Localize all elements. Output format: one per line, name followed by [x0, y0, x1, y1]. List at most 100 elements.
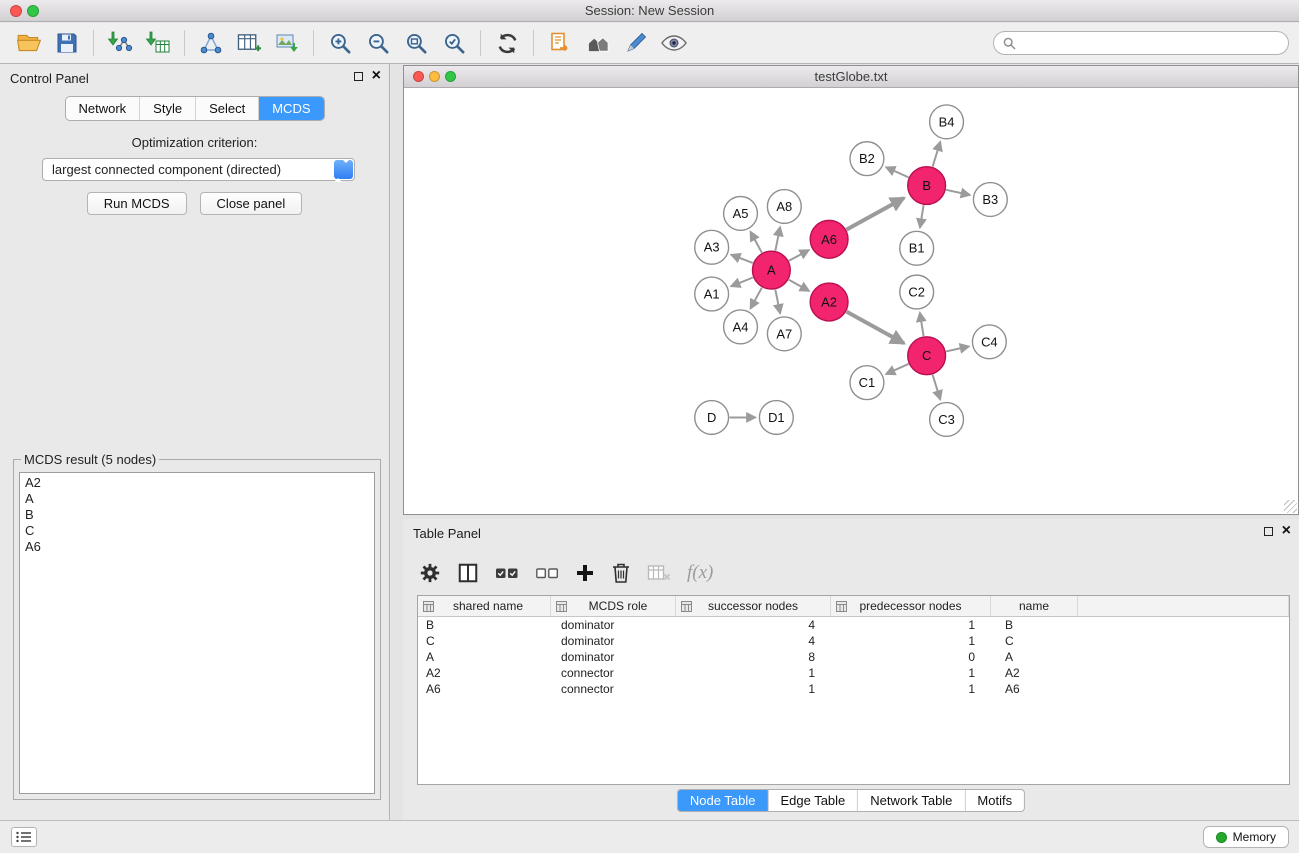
new-network-button[interactable]	[192, 25, 230, 61]
save-session-button[interactable]	[48, 25, 86, 61]
show-hide-button[interactable]	[655, 25, 693, 61]
graph-edge-B-B1[interactable]	[920, 205, 924, 227]
column-header-shared-name[interactable]: shared name	[418, 596, 551, 616]
home-button[interactable]	[579, 25, 617, 61]
network-zoom-icon[interactable]	[445, 71, 456, 82]
delete-column-button[interactable]	[611, 562, 631, 584]
tab-network[interactable]: Network	[65, 97, 139, 120]
search-input[interactable]	[1021, 36, 1279, 51]
graph-edge-C-C1[interactable]	[886, 364, 908, 374]
float-panel-icon[interactable]	[1264, 527, 1273, 536]
graph-edge-C-C3[interactable]	[933, 375, 941, 400]
graph-node-C4[interactable]: C4	[972, 325, 1006, 359]
result-item[interactable]: C	[25, 523, 369, 539]
import-table-button[interactable]	[139, 25, 177, 61]
zoom-out-button[interactable]	[359, 25, 397, 61]
tab-mcds[interactable]: MCDS	[258, 97, 323, 120]
graph-edge-B-B2[interactable]	[886, 167, 908, 177]
column-header-mcds-role[interactable]: MCDS role	[551, 596, 676, 616]
column-header-successor-nodes[interactable]: successor nodes	[676, 596, 831, 616]
graph-edge-A-A3[interactable]	[731, 255, 753, 263]
function-builder-button[interactable]: f(x)	[687, 562, 713, 584]
graph-node-A5[interactable]: A5	[724, 196, 758, 230]
graph-node-C[interactable]: C	[908, 337, 946, 375]
show-columns-button[interactable]	[457, 562, 479, 584]
export-image-button[interactable]	[268, 25, 306, 61]
graph-edge-B-B3[interactable]	[946, 190, 970, 195]
graph-node-A4[interactable]: A4	[724, 310, 758, 344]
zoom-window-icon[interactable]	[27, 5, 39, 17]
graph-node-A1[interactable]: A1	[695, 277, 729, 311]
table-row[interactable]: C dominator 4 1 C	[418, 633, 1289, 649]
graph-node-A8[interactable]: A8	[767, 190, 801, 224]
task-history-button[interactable]	[11, 827, 37, 847]
select-all-button[interactable]	[495, 565, 519, 581]
graph-edge-A-A4[interactable]	[750, 288, 761, 309]
new-table-button[interactable]	[230, 25, 268, 61]
graph-edge-C-C4[interactable]	[946, 346, 969, 351]
tab-edge-table[interactable]: Edge Table	[767, 790, 857, 811]
table-settings-button[interactable]	[419, 562, 441, 584]
network-close-icon[interactable]	[413, 71, 424, 82]
graph-node-B4[interactable]: B4	[930, 105, 964, 139]
table-row[interactable]: A dominator 8 0 A	[418, 649, 1289, 665]
table-row[interactable]: A6 connector 1 1 A6	[418, 681, 1289, 697]
graph-edge-B-B4[interactable]	[933, 142, 941, 167]
graph-edge-A-A6[interactable]	[789, 250, 809, 261]
mcds-result-list[interactable]: A2 A B C A6	[19, 472, 375, 794]
tab-style[interactable]: Style	[139, 97, 195, 120]
graph-node-A6[interactable]: A6	[810, 220, 848, 258]
result-item[interactable]: A2	[25, 475, 369, 491]
memory-button[interactable]: Memory	[1203, 826, 1289, 848]
table-row[interactable]: B dominator 4 1 B	[418, 617, 1289, 633]
graph-node-A7[interactable]: A7	[767, 317, 801, 351]
graph-edge-C-C2[interactable]	[920, 313, 924, 336]
graph-node-A2[interactable]: A2	[810, 283, 848, 321]
add-column-button[interactable]	[575, 563, 595, 583]
graph-node-A3[interactable]: A3	[695, 230, 729, 264]
network-window-titlebar[interactable]: testGlobe.txt	[404, 66, 1298, 88]
zoom-selected-button[interactable]	[435, 25, 473, 61]
table-row[interactable]: A2 connector 1 1 A2	[418, 665, 1289, 681]
result-item[interactable]: A6	[25, 539, 369, 555]
graph-node-C2[interactable]: C2	[900, 275, 934, 309]
tab-node-table[interactable]: Node Table	[678, 790, 768, 811]
network-canvas[interactable]: B4B2BB3B1A5A8A6A3AA1C2A4A7A2C4CC1C3DD1	[404, 89, 1298, 514]
float-panel-icon[interactable]	[354, 72, 363, 81]
graph-edge-A6-B[interactable]	[847, 198, 904, 230]
graph-node-C1[interactable]: C1	[850, 366, 884, 400]
optimization-criterion-dropdown[interactable]: largest connected component (directed)	[42, 158, 355, 181]
graph-node-D[interactable]: D	[695, 401, 729, 435]
deselect-all-button[interactable]	[535, 565, 559, 581]
zoom-fit-button[interactable]	[397, 25, 435, 61]
open-session-button[interactable]	[10, 25, 48, 61]
refresh-button[interactable]	[488, 25, 526, 61]
graph-edge-A-A5[interactable]	[750, 232, 761, 253]
graph-edge-A-A2[interactable]	[789, 280, 809, 291]
graph-edge-A2-C[interactable]	[847, 312, 904, 344]
delete-table-button[interactable]	[647, 563, 671, 583]
graph-node-C3[interactable]: C3	[930, 403, 964, 437]
tab-network-table[interactable]: Network Table	[857, 790, 964, 811]
first-neighbors-button[interactable]	[541, 25, 579, 61]
result-item[interactable]: A	[25, 491, 369, 507]
close-panel-icon[interactable]: ×	[372, 70, 381, 82]
zoom-in-button[interactable]	[321, 25, 359, 61]
graph-node-D1[interactable]: D1	[759, 401, 793, 435]
graph-edge-A-A7[interactable]	[775, 290, 780, 314]
graph-edge-A-A1[interactable]	[731, 278, 753, 287]
close-panel-button[interactable]: Close panel	[200, 192, 303, 215]
result-item[interactable]: B	[25, 507, 369, 523]
resize-grip[interactable]	[1284, 500, 1297, 513]
graph-node-B3[interactable]: B3	[973, 183, 1007, 217]
graph-node-B2[interactable]: B2	[850, 142, 884, 176]
graph-node-B1[interactable]: B1	[900, 231, 934, 265]
run-mcds-button[interactable]: Run MCDS	[87, 192, 187, 215]
tab-motifs[interactable]: Motifs	[964, 790, 1024, 811]
close-panel-icon[interactable]: ×	[1282, 525, 1291, 537]
column-header-name[interactable]: name	[991, 596, 1078, 616]
graph-node-A[interactable]: A	[752, 251, 790, 289]
import-network-button[interactable]	[101, 25, 139, 61]
tab-select[interactable]: Select	[195, 97, 258, 120]
close-window-icon[interactable]	[10, 5, 22, 17]
